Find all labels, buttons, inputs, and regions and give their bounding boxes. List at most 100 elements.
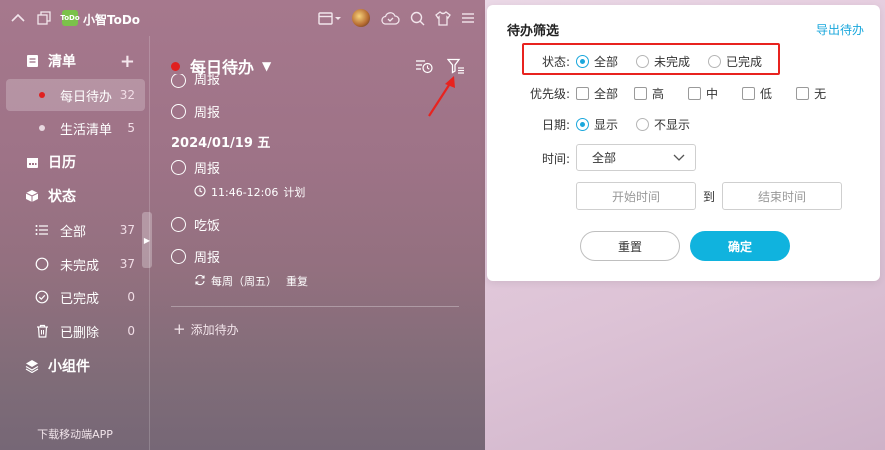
status-option-all[interactable]: 全部 — [576, 53, 618, 70]
sidebar-section-label: 状态 — [48, 189, 76, 205]
list-color-dot — [171, 61, 180, 71]
todo-item[interactable]: 周报 — [171, 158, 220, 177]
priority-option-medium[interactable]: 中 — [688, 85, 718, 102]
sidebar-item-label: 全部 — [60, 224, 87, 240]
filter-row-date: 日期: 显示 不显示 — [487, 114, 880, 134]
sidebar-item-label: 生活清单 — [60, 122, 113, 138]
option-label: 全部 — [594, 54, 619, 69]
sidebar-item-label: 已删除 — [60, 325, 100, 341]
option-label: 全部 — [594, 86, 619, 101]
sidebar-section-status[interactable]: 状态 — [6, 180, 145, 212]
time-range-select[interactable]: 全部 — [576, 144, 696, 171]
sidebar-section-lists[interactable]: 清单 + — [6, 45, 145, 77]
todo-checkbox[interactable] — [171, 217, 186, 232]
sidebar-item-count: 32 — [119, 88, 135, 102]
circle-icon — [34, 257, 50, 271]
status-option-incomplete[interactable]: 未完成 — [636, 53, 690, 70]
sidebar-item-daily-todo[interactable]: 每日待办 32 — [6, 79, 145, 111]
priority-option-all[interactable]: 全部 — [576, 85, 618, 102]
date-option-hide[interactable]: 不显示 — [636, 116, 690, 133]
user-avatar[interactable] — [352, 9, 370, 27]
add-list-icon[interactable]: + — [120, 51, 135, 72]
sidebar-section-calendar[interactable]: 日历 — [6, 146, 145, 178]
radio-button[interactable] — [576, 54, 589, 68]
checkbox[interactable] — [576, 86, 589, 100]
filter-row-status: 状态: 全部 未完成 已完成 — [487, 51, 880, 71]
date-option-show[interactable]: 显示 — [576, 116, 618, 133]
skin-shirt-icon[interactable] — [435, 10, 451, 26]
option-label: 显示 — [594, 117, 619, 132]
todo-checkbox[interactable] — [171, 249, 186, 264]
red-arrow-annotation — [428, 76, 455, 117]
todo-item[interactable]: 周报 — [171, 247, 220, 266]
todo-item[interactable]: 周报 — [171, 74, 220, 88]
reset-button[interactable]: 重置 — [580, 231, 680, 261]
radio-button[interactable] — [708, 54, 722, 68]
add-todo-button[interactable]: + 添加待办 — [173, 320, 239, 338]
todo-checkbox[interactable] — [171, 160, 186, 175]
filter-row-priority: 优先级: 全部 高 中 低 无 — [487, 83, 880, 103]
menu-icon[interactable] — [461, 12, 475, 24]
todo-meta: 11:46-12:06 计划 — [194, 184, 305, 200]
checkbox[interactable] — [796, 86, 810, 100]
end-time-input[interactable]: 结束时间 — [722, 182, 842, 210]
time-range-separator: 到 — [703, 190, 716, 204]
calendar-dropdown-icon[interactable] — [318, 11, 342, 25]
priority-option-low[interactable]: 低 — [742, 85, 772, 102]
app-title: 小智ToDo — [83, 13, 141, 27]
download-app-link[interactable]: 下载移动端APP — [0, 426, 150, 442]
option-label: 高 — [652, 86, 665, 101]
option-label: 未完成 — [654, 54, 691, 69]
export-todo-link[interactable]: 导出待办 — [816, 21, 864, 38]
sidebar-item-status-complete[interactable]: 已完成 0 — [6, 281, 145, 313]
todo-item[interactable]: 周报 — [171, 102, 220, 121]
caret-down-icon: ▼ — [262, 59, 272, 73]
list-color-dot — [34, 125, 50, 131]
todo-item[interactable]: 吃饭 — [171, 215, 220, 234]
sidebar-item-count: 37 — [119, 257, 135, 271]
todo-title: 周报 — [194, 74, 221, 88]
filter-label: 优先级: — [529, 86, 570, 101]
sidebar-item-count: 0 — [127, 290, 135, 304]
title-bar: ToDo 小智ToDo — [0, 0, 485, 36]
chevron-up-icon[interactable] — [10, 11, 26, 25]
list-divider — [171, 306, 459, 307]
todo-list-panel: 每日待办 ▼ 周报 周报 2024/01/19 五 周报 11:46-12:06… — [151, 36, 485, 450]
sidebar-item-life-list[interactable]: 生活清单 5 — [6, 112, 145, 144]
select-value: 全部 — [592, 151, 617, 165]
calendar-icon — [24, 156, 40, 169]
sidebar-section-widgets[interactable]: 小组件 — [6, 350, 145, 382]
search-icon[interactable] — [410, 11, 425, 26]
titlebar-actions — [318, 0, 475, 36]
priority-option-none[interactable]: 无 — [796, 85, 826, 102]
todo-checkbox[interactable] — [171, 74, 186, 88]
sidebar-item-status-incomplete[interactable]: 未完成 37 — [6, 248, 145, 280]
radio-button[interactable] — [576, 117, 589, 131]
start-time-input[interactable]: 开始时间 — [576, 182, 696, 210]
filter-label: 状态: — [541, 54, 570, 69]
sidebar-item-status-deleted[interactable]: 已删除 0 — [6, 315, 145, 347]
cloud-sync-icon[interactable] — [380, 11, 400, 25]
confirm-button[interactable]: 确定 — [690, 231, 790, 261]
checkbox[interactable] — [742, 86, 756, 100]
checkbox[interactable] — [688, 86, 702, 100]
todo-tag: 计划 — [283, 186, 306, 199]
check-circle-icon — [34, 290, 50, 304]
app-logo: ToDo — [60, 10, 80, 26]
status-option-complete[interactable]: 已完成 — [708, 53, 762, 70]
status-radio-group: 全部 未完成 已完成 — [576, 53, 780, 70]
chevron-down-icon — [673, 151, 685, 166]
radio-button[interactable] — [636, 117, 650, 131]
checkbox[interactable] — [634, 86, 648, 100]
sidebar-item-status-all[interactable]: 全部 37 — [6, 214, 145, 246]
list-color-dot — [34, 92, 50, 98]
clock-icon — [194, 184, 206, 200]
todo-repeat-rule: 每周（周五） — [211, 275, 277, 288]
radio-button[interactable] — [636, 54, 650, 68]
priority-option-high[interactable]: 高 — [634, 85, 664, 102]
window-copy-icon[interactable] — [36, 10, 52, 26]
filter-label: 时间: — [541, 151, 570, 166]
todo-time: 11:46-12:06 — [211, 185, 279, 199]
todo-filter-panel: 待办筛选 导出待办 状态: 全部 未完成 已完成 优先级: 全部 高 中 低 无… — [487, 5, 880, 281]
todo-checkbox[interactable] — [171, 104, 186, 119]
